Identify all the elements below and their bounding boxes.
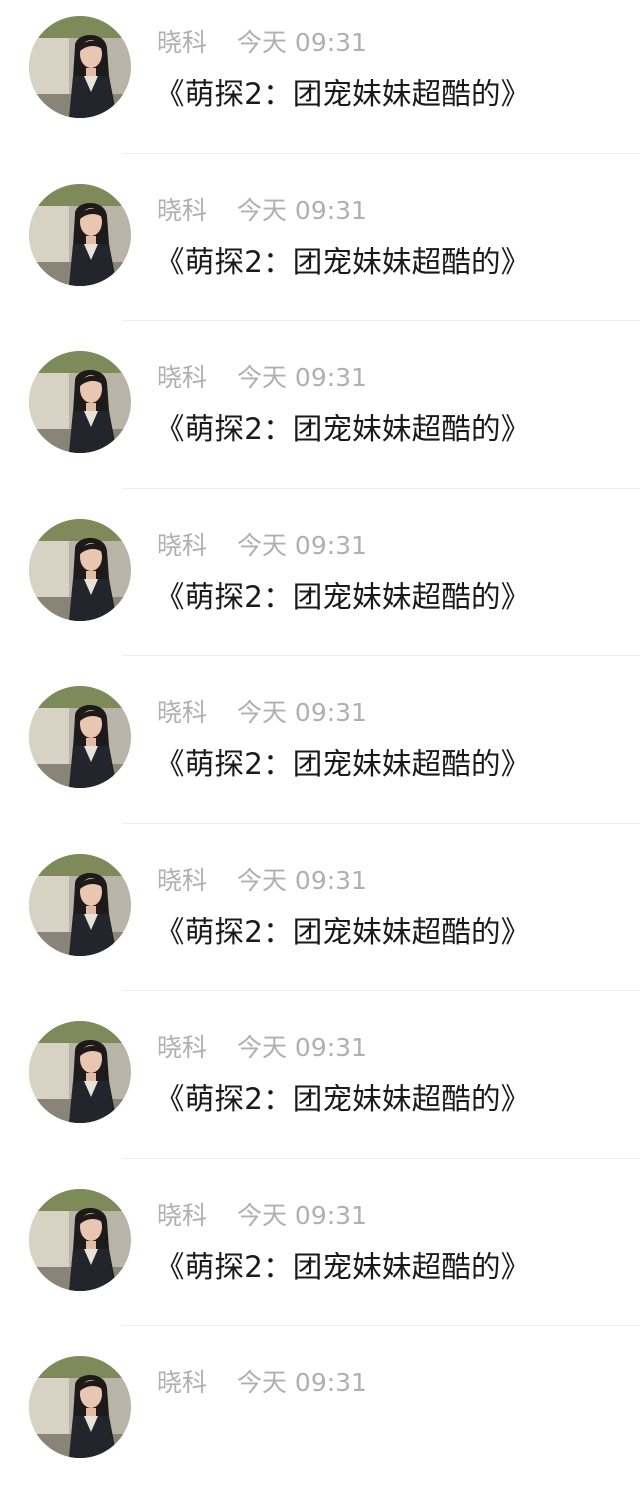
- list-item[interactable]: 晓科 今天 09:31 《萌探2：团宠妹妹超酷的》: [0, 670, 640, 838]
- timestamp: 今天 09:31: [236, 530, 367, 560]
- divider: [122, 1157, 640, 1159]
- list-item[interactable]: 晓科 今天 09:31 《萌探2：团宠妹妹超酷的》: [0, 0, 640, 168]
- user-photo-avatar-icon: [29, 1356, 131, 1458]
- timestamp: 今天 09:31: [236, 28, 367, 57]
- sender-name: 晓科: [157, 1200, 208, 1230]
- message-text: 《萌探2：团宠妹妹超酷的》: [155, 1082, 531, 1116]
- timestamp: 今天 09:31: [236, 363, 367, 392]
- message-meta: 晓科 今天 09:31: [157, 529, 367, 563]
- divider: [122, 487, 640, 489]
- message-meta: 晓科 今天 09:31: [157, 1366, 367, 1400]
- timestamp: 今天 09:31: [236, 1368, 367, 1397]
- avatar[interactable]: [29, 351, 131, 453]
- avatar[interactable]: [29, 16, 131, 118]
- user-photo-avatar-icon: [29, 183, 131, 286]
- timestamp: 今天 09:31: [236, 1200, 367, 1230]
- sender-name: 晓科: [157, 698, 208, 727]
- list-item[interactable]: 晓科 今天 09:31 《萌探2：团宠妹妹超酷的》: [0, 838, 640, 1006]
- message-text: 《萌探2：团宠妹妹超酷的》: [155, 77, 531, 111]
- avatar[interactable]: [29, 1021, 131, 1123]
- message-meta: 晓科 今天 09:31: [157, 1199, 367, 1233]
- avatar[interactable]: [29, 686, 131, 788]
- divider: [122, 990, 640, 991]
- timestamp: 今天 09:31: [236, 1033, 367, 1062]
- divider: [122, 655, 640, 656]
- message-text: 《萌探2：团宠妹妹超酷的》: [155, 412, 531, 446]
- sender-name: 晓科: [157, 865, 208, 895]
- avatar[interactable]: [29, 1356, 131, 1458]
- message-text: 《萌探2：团宠妹妹超酷的》: [155, 579, 531, 614]
- divider: [122, 152, 640, 154]
- divider: [122, 1325, 640, 1326]
- message-meta: 晓科 今天 09:31: [157, 864, 367, 898]
- user-photo-avatar-icon: [29, 351, 131, 453]
- sender-name: 晓科: [157, 195, 208, 225]
- user-photo-avatar-icon: [29, 686, 131, 788]
- message-text: 《萌探2：团宠妹妹超酷的》: [155, 747, 531, 781]
- message-text: 《萌探2：团宠妹妹超酷的》: [155, 244, 531, 279]
- avatar[interactable]: [29, 1188, 131, 1291]
- message-meta: 晓科 今天 09:31: [157, 1031, 367, 1065]
- message-meta: 晓科 今天 09:31: [157, 696, 367, 730]
- message-text: 《萌探2：团宠妹妹超酷的》: [155, 914, 531, 949]
- timestamp: 今天 09:31: [236, 698, 367, 727]
- divider: [122, 320, 640, 321]
- user-photo-avatar-icon: [29, 853, 131, 956]
- sender-name: 晓科: [157, 28, 208, 57]
- list-item[interactable]: 晓科 今天 09:31 《萌探2：团宠妹妹超酷的》: [0, 1005, 640, 1173]
- timestamp: 今天 09:31: [236, 865, 367, 895]
- sender-name: 晓科: [157, 530, 208, 560]
- user-photo-avatar-icon: [29, 518, 131, 621]
- list-item[interactable]: 晓科 今天 09:31 《萌探2：团宠妹妹超酷的》: [0, 503, 640, 671]
- avatar[interactable]: [29, 853, 131, 956]
- avatar[interactable]: [29, 183, 131, 286]
- divider: [122, 822, 640, 824]
- list-item[interactable]: 晓科 今天 09:31 《萌探2：团宠妹妹超酷的》: [0, 1173, 640, 1341]
- timestamp: 今天 09:31: [236, 195, 367, 225]
- message-list: 晓科 今天 09:31 《萌探2：团宠妹妹超酷的》 晓科 今天 09:31 《萌…: [0, 0, 640, 1508]
- sender-name: 晓科: [157, 1033, 208, 1062]
- message-text: 《萌探2：团宠妹妹超酷的》: [155, 1249, 531, 1284]
- avatar[interactable]: [29, 518, 131, 621]
- list-item[interactable]: 晓科 今天 09:31: [0, 1340, 640, 1508]
- user-photo-avatar-icon: [29, 1021, 131, 1123]
- message-meta: 晓科 今天 09:31: [157, 194, 367, 228]
- sender-name: 晓科: [157, 363, 208, 392]
- message-meta: 晓科 今天 09:31: [157, 361, 367, 395]
- user-photo-avatar-icon: [29, 16, 131, 118]
- message-meta: 晓科 今天 09:31: [157, 26, 367, 60]
- sender-name: 晓科: [157, 1368, 208, 1397]
- user-photo-avatar-icon: [29, 1188, 131, 1291]
- list-item[interactable]: 晓科 今天 09:31 《萌探2：团宠妹妹超酷的》: [0, 168, 640, 336]
- list-item[interactable]: 晓科 今天 09:31 《萌探2：团宠妹妹超酷的》: [0, 335, 640, 503]
